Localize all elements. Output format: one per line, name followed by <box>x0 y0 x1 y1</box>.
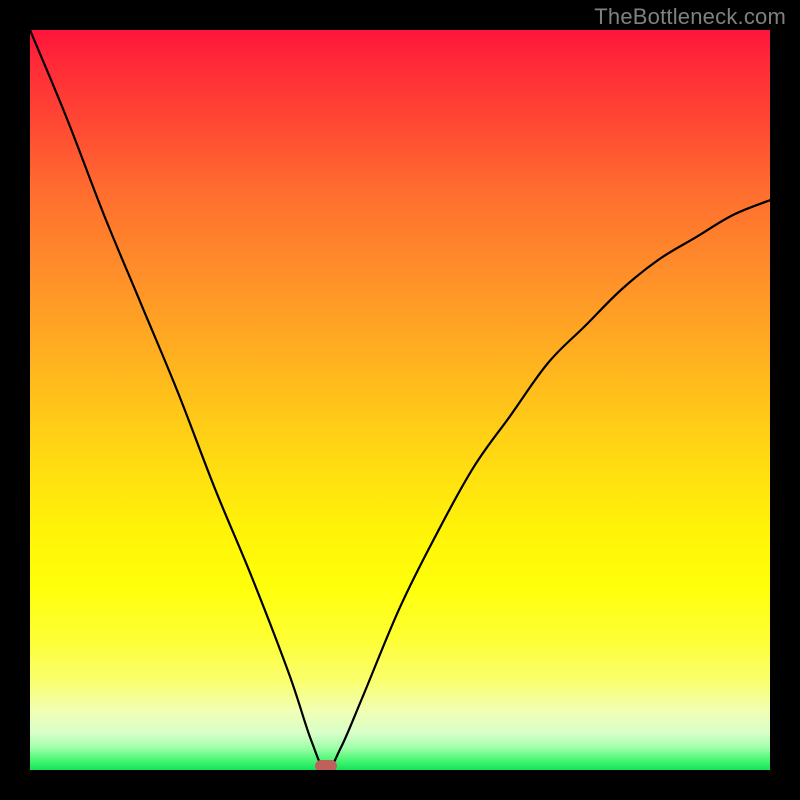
watermark-text: TheBottleneck.com <box>594 4 786 30</box>
optimum-marker <box>315 760 337 770</box>
chart-frame: TheBottleneck.com <box>0 0 800 800</box>
plot-area <box>30 30 770 770</box>
bottleneck-curve <box>30 30 770 770</box>
